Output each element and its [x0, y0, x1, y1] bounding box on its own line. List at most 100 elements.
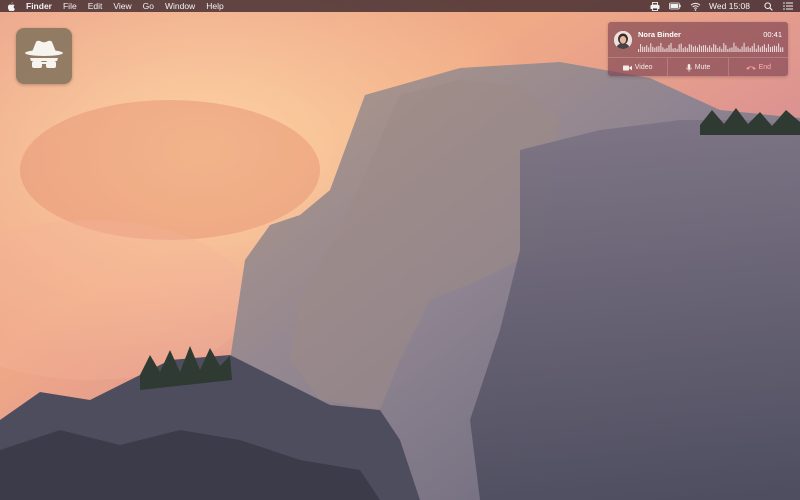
- menu-bar: Finder File Edit View Go Window Help Wed…: [0, 0, 800, 12]
- waveform-bar: [715, 44, 717, 52]
- video-button-label: Video: [634, 64, 653, 71]
- waveform-bar: [741, 46, 743, 52]
- waveform-bar: [745, 47, 747, 52]
- waveform-bar: [731, 47, 733, 52]
- waveform-bar: [771, 46, 774, 52]
- end-call-button[interactable]: End: [729, 58, 788, 76]
- waveform-bar: [737, 47, 739, 52]
- waveform-bar: [702, 45, 705, 52]
- waveform-bar: [692, 46, 694, 52]
- waveform-bar: [707, 47, 709, 52]
- waveform-bar: [664, 48, 666, 52]
- waveform-bar: [763, 44, 765, 52]
- video-button[interactable]: Video: [608, 58, 669, 76]
- waveform-bar: [694, 45, 696, 52]
- call-actions: Video Mute End: [608, 57, 788, 76]
- waveform-bar: [650, 43, 652, 52]
- waveform-bar: [662, 47, 664, 52]
- call-header: Nora Binder 00:41: [608, 22, 788, 56]
- waveform-bar: [648, 47, 650, 52]
- waveform-bar: [774, 45, 776, 52]
- waveform-bar: [778, 43, 780, 52]
- waveform-bar: [644, 46, 646, 52]
- waveform-bar: [765, 47, 767, 52]
- apple-icon[interactable]: [6, 0, 16, 12]
- waveform-bar: [747, 46, 749, 52]
- menubar-clock[interactable]: Wed 15:08: [709, 0, 750, 12]
- audio-waveform: [638, 42, 784, 52]
- search-icon[interactable]: [762, 0, 774, 12]
- waveform-bar: [646, 45, 648, 52]
- notification-center-icon[interactable]: [782, 0, 794, 12]
- wifi-icon[interactable]: [689, 0, 701, 12]
- waveform-bar: [713, 43, 715, 52]
- waveform-bar: [676, 48, 678, 52]
- waveform-bar: [642, 46, 644, 52]
- waveform-bar: [684, 46, 686, 52]
- waveform-bar: [727, 48, 729, 52]
- waveform-bar: [729, 47, 731, 52]
- waveform-bar: [666, 47, 668, 52]
- waveform-bar: [690, 44, 692, 52]
- waveform-bar: [735, 45, 737, 52]
- menu-help[interactable]: Help: [206, 0, 223, 12]
- waveform-bar: [757, 45, 759, 52]
- battery-icon[interactable]: [669, 0, 681, 12]
- mute-button-label: Mute: [694, 64, 711, 71]
- waveform-bar: [652, 46, 654, 52]
- waveform-bar: [674, 47, 676, 52]
- waveform-bar: [680, 43, 682, 52]
- waveform-bar: [678, 44, 680, 52]
- waveform-bar: [711, 47, 713, 52]
- waveform-bar: [751, 46, 753, 52]
- mute-button[interactable]: Mute: [668, 58, 729, 76]
- video-camera-icon: [622, 65, 632, 70]
- waveform-bar: [725, 45, 727, 52]
- waveform-bar: [640, 44, 642, 52]
- waveform-bar: [682, 48, 684, 52]
- end-call-button-label: End: [758, 64, 772, 71]
- menu-edit[interactable]: Edit: [88, 0, 103, 12]
- waveform-bar: [761, 45, 763, 52]
- waveform-bar: [759, 47, 761, 52]
- waveform-bar: [700, 46, 703, 52]
- waveform-bar: [782, 47, 784, 52]
- caller-avatar: [614, 31, 632, 49]
- waveform-bar: [672, 48, 674, 52]
- call-notification: Nora Binder 00:41 Video Mute End: [608, 22, 788, 76]
- call-duration: 00:41: [763, 30, 782, 39]
- waveform-bar: [698, 44, 700, 52]
- menu-view[interactable]: View: [113, 0, 131, 12]
- waveform-bar: [668, 44, 670, 52]
- waveform-bar: [767, 44, 770, 52]
- waveform-bar: [776, 46, 778, 52]
- menu-go[interactable]: Go: [143, 0, 154, 12]
- waveform-bar: [696, 47, 698, 52]
- incognito-icon: [25, 40, 63, 68]
- waveform-bar: [749, 47, 751, 52]
- waveform-bar: [769, 47, 772, 52]
- hang-up-icon: [745, 66, 756, 70]
- waveform-bar: [755, 48, 757, 52]
- menu-file[interactable]: File: [63, 0, 77, 12]
- waveform-bar: [686, 47, 688, 52]
- printer-icon[interactable]: [649, 0, 661, 12]
- waveform-bar: [688, 44, 690, 52]
- microphone-icon: [685, 63, 692, 72]
- waveform-bar: [753, 43, 755, 52]
- waveform-bar: [739, 48, 741, 52]
- waveform-bar: [660, 42, 662, 52]
- incognito-app-icon[interactable]: [16, 28, 72, 84]
- waveform-bar: [721, 48, 723, 52]
- waveform-bar: [638, 49, 640, 52]
- waveform-bar: [654, 47, 656, 52]
- waveform-bar: [780, 47, 782, 52]
- waveform-bar: [743, 42, 745, 52]
- caller-name: Nora Binder: [638, 30, 681, 39]
- waveform-bar: [709, 45, 711, 52]
- waveform-bar: [704, 45, 707, 52]
- waveform-bar: [723, 43, 725, 52]
- menu-window[interactable]: Window: [165, 0, 195, 12]
- waveform-bar: [717, 48, 719, 52]
- menu-finder[interactable]: Finder: [26, 0, 52, 12]
